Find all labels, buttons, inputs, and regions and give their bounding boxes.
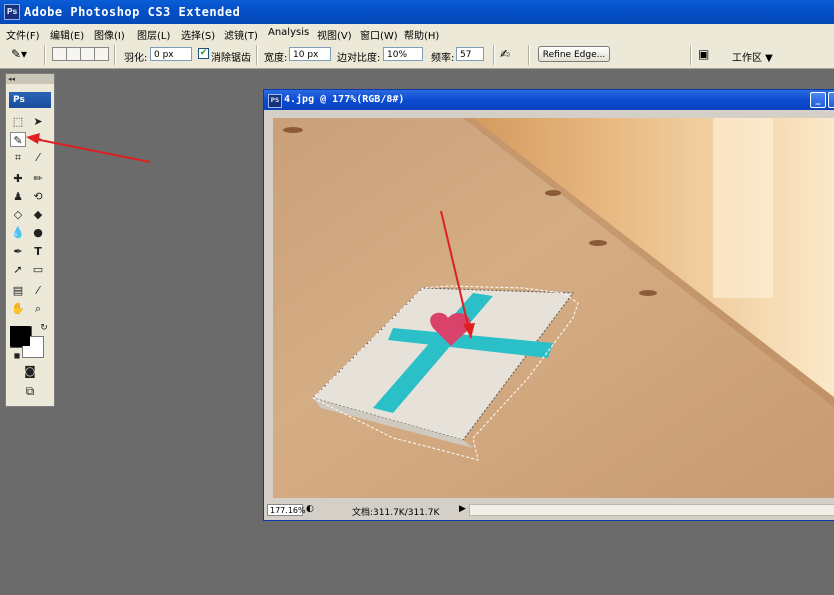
annotation-arrow-tools [26,133,151,163]
